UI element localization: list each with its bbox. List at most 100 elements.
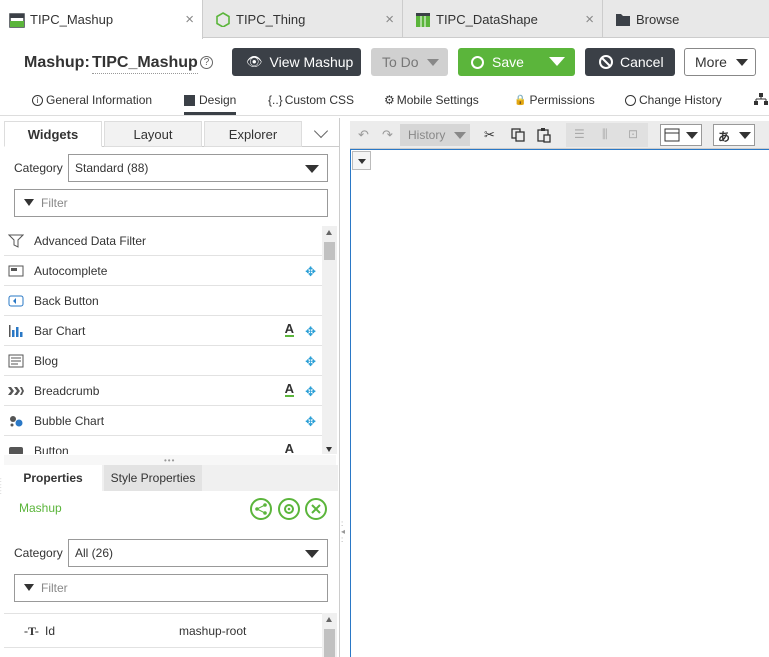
scroll-up-icon[interactable] — [326, 230, 332, 235]
help-icon[interactable]: ? — [200, 56, 213, 69]
mashup-icon — [9, 12, 25, 28]
canvas-root-menu[interactable] — [352, 151, 371, 170]
tab-properties[interactable]: Properties — [4, 465, 102, 491]
chevron-down-icon — [454, 132, 466, 139]
design-icon — [184, 94, 195, 106]
properties-scrollbar[interactable] — [322, 613, 337, 657]
property-category-select[interactable]: All (26) — [68, 539, 328, 567]
widget-label: Back Button — [34, 293, 99, 308]
scroll-up-icon[interactable] — [326, 617, 332, 622]
close-icon[interactable]: × — [385, 11, 394, 28]
tab-overflow[interactable] — [754, 93, 768, 105]
tab-mobile-settings[interactable]: ⚙ Mobile Settings — [384, 93, 479, 107]
tab-custom-css[interactable]: {..} Custom CSS — [268, 93, 354, 107]
copy-icon[interactable] — [510, 127, 526, 143]
scroll-down-icon[interactable] — [326, 447, 332, 452]
tab-widgets[interactable]: Widgets — [4, 121, 102, 147]
list-item[interactable]: Bubble Chart ✥ — [4, 406, 322, 436]
tab-change-history[interactable]: Change History — [625, 93, 722, 107]
left-panel: Widgets Layout Explorer Category Standar… — [0, 118, 340, 657]
align-columns-icon[interactable]: ⫼ — [602, 127, 608, 142]
list-item[interactable]: Blog ✥ — [4, 346, 322, 376]
language-dropdown[interactable]: あ — [713, 124, 755, 146]
tab-label: TIPC_Thing — [236, 11, 306, 27]
category-select[interactable]: Standard (88) — [68, 154, 328, 182]
tab-tipc-datashape[interactable]: TIPC_DataShape × — [404, 0, 603, 38]
tab-label: Change History — [639, 93, 722, 107]
tab-style-properties[interactable]: Style Properties — [104, 465, 202, 491]
tab-tipc-mashup[interactable]: TIPC_Mashup × — [0, 0, 203, 39]
tab-layout[interactable]: Layout — [104, 121, 202, 147]
property-name: Id — [45, 624, 56, 638]
paste-icon[interactable] — [536, 127, 552, 143]
close-icon[interactable] — [305, 498, 327, 520]
close-icon[interactable]: × — [185, 11, 194, 28]
font-a-icon: A — [284, 381, 294, 397]
list-item[interactable]: Advanced Data Filter — [4, 226, 322, 256]
fit-icon[interactable]: ⊡ — [628, 127, 638, 141]
save-button[interactable]: Save — [458, 48, 575, 76]
tab-general-information[interactable]: i General Information — [32, 93, 152, 107]
filter-placeholder: Filter — [41, 581, 68, 595]
translate-icon: あ — [718, 130, 731, 144]
bubble-chart-icon — [8, 414, 24, 428]
autocomplete-icon — [8, 264, 24, 278]
category-label: Category — [14, 161, 63, 175]
widget-filter-input[interactable]: Filter — [14, 189, 328, 217]
tab-tipc-thing[interactable]: TIPC_Thing × — [204, 0, 403, 38]
scroll-thumb[interactable] — [324, 242, 335, 260]
list-item[interactable]: Autocomplete ✥ — [4, 256, 322, 286]
chevron-down-icon[interactable] — [549, 57, 565, 66]
close-icon[interactable]: × — [585, 11, 594, 28]
tab-browse[interactable]: Browse — [604, 0, 769, 38]
panel-resize-handle[interactable]: ::: — [0, 478, 3, 508]
redo-icon[interactable]: ↷ — [382, 127, 393, 143]
thing-icon — [216, 12, 230, 27]
panel-splitter[interactable]: ••• — [4, 455, 336, 465]
widget-list-scrollbar[interactable] — [322, 226, 337, 454]
cancel-button[interactable]: Cancel — [585, 48, 675, 76]
property-filter-input[interactable]: Filter — [14, 574, 328, 602]
entity-name[interactable]: TIPC_Mashup — [92, 54, 198, 74]
layout-tools: ☰ ⫼ ⊡ — [566, 123, 648, 147]
list-item[interactable]: Bar Chart A ✥ — [4, 316, 322, 346]
tab-permissions[interactable]: 🔒 Permissions — [514, 93, 595, 107]
cut-icon[interactable]: ✂ — [484, 127, 495, 143]
back-button-icon — [8, 294, 24, 308]
move-icon[interactable]: ✥ — [305, 264, 316, 280]
panel-collapse-handle[interactable]: : ◂: — [341, 520, 347, 560]
list-item[interactable]: Back Button — [4, 286, 322, 316]
collapse-chevron-icon[interactable] — [313, 123, 329, 139]
font-a-icon: A — [284, 321, 294, 337]
scroll-thumb[interactable] — [324, 629, 335, 657]
align-rows-icon[interactable]: ☰ — [574, 127, 585, 141]
move-icon[interactable]: ✥ — [305, 324, 316, 340]
info-icon: i — [32, 94, 43, 106]
filter-placeholder: Filter — [41, 196, 68, 210]
list-item[interactable]: Breadcrumb A ✥ — [4, 376, 322, 406]
gear-icon[interactable] — [278, 498, 300, 520]
widget-label: Bubble Chart — [34, 413, 105, 428]
todo-button[interactable]: To Do — [371, 48, 448, 76]
view-mashup-button[interactable]: 👁 View Mashup — [232, 48, 361, 76]
list-item[interactable]: Button A — [4, 436, 322, 454]
chevron-down-icon — [358, 159, 366, 164]
share-icon[interactable] — [250, 498, 272, 520]
chevron-down-icon — [739, 132, 751, 139]
layout-view-dropdown[interactable] — [660, 124, 702, 146]
tab-label: TIPC_DataShape — [436, 11, 538, 27]
tab-label: TIPC_Mashup — [30, 12, 114, 27]
view-mashup-label: View Mashup — [269, 54, 354, 70]
tab-design[interactable]: Design — [184, 93, 237, 115]
mashup-canvas[interactable] — [350, 149, 769, 657]
clock-icon — [625, 94, 636, 106]
tab-explorer[interactable]: Explorer — [204, 121, 302, 147]
undo-icon[interactable]: ↶ — [358, 127, 369, 143]
more-button[interactable]: More — [684, 48, 756, 76]
table-row[interactable]: -T- Id mashup-root — [4, 613, 322, 648]
move-icon[interactable]: ✥ — [305, 384, 316, 400]
history-dropdown[interactable]: History — [400, 124, 470, 146]
widget-label: Autocomplete — [34, 263, 108, 278]
move-icon[interactable]: ✥ — [305, 414, 316, 430]
move-icon[interactable]: ✥ — [305, 354, 316, 370]
